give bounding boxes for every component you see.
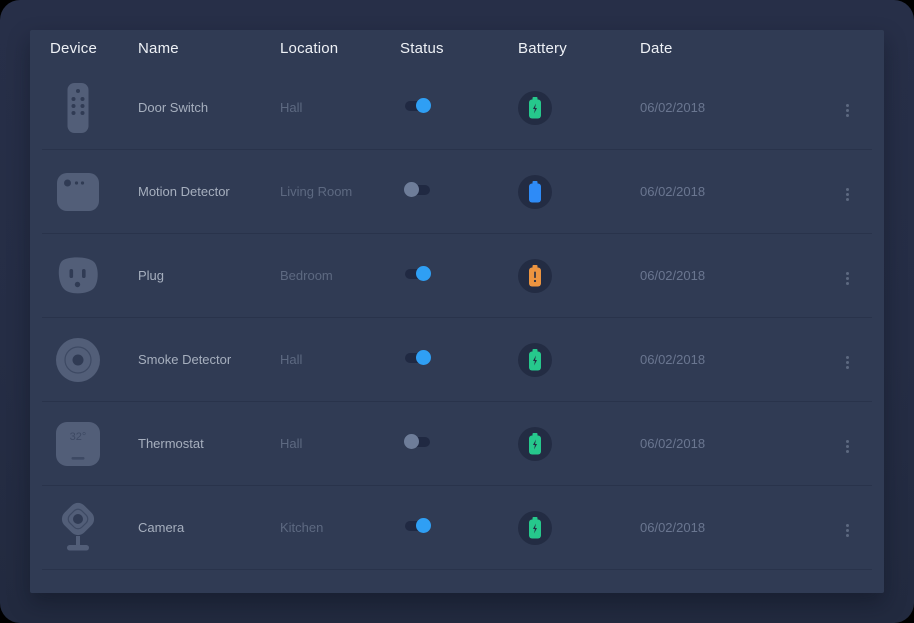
table-row: Smoke Detector Hall 06/02/2018	[42, 318, 872, 402]
device-cell: 32°	[50, 412, 138, 476]
status-toggle[interactable]	[405, 434, 431, 449]
device-cell	[50, 244, 138, 308]
device-cell	[50, 496, 138, 560]
status-cell	[400, 266, 518, 286]
battery-cell	[518, 511, 640, 545]
device-location: Bedroom	[280, 268, 400, 283]
battery-icon	[518, 91, 552, 125]
battery-icon	[518, 427, 552, 461]
device-date: 06/02/2018	[640, 268, 842, 283]
battery-icon	[518, 511, 552, 545]
table-row: 32° Thermostat Hall	[42, 402, 872, 486]
table-row: Door Switch Hall 06/02/2018	[42, 66, 872, 150]
table-row: Motion Detector Living Room 06/02/2018	[42, 150, 872, 234]
device-date: 06/02/2018	[640, 352, 842, 367]
device-date: 06/02/2018	[640, 520, 842, 535]
app-background: Device Name Location Status Battery Date	[0, 0, 914, 623]
column-header-location: Location	[280, 40, 400, 57]
kebab-menu-icon[interactable]	[842, 184, 853, 205]
battery-icon	[518, 175, 552, 209]
device-cell	[50, 76, 138, 140]
battery-cell	[518, 91, 640, 125]
device-date: 06/02/2018	[640, 436, 842, 451]
device-location: Hall	[280, 352, 400, 367]
device-name: Camera	[138, 520, 280, 535]
battery-cell	[518, 343, 640, 377]
menu-cell	[842, 346, 870, 373]
kebab-menu-icon[interactable]	[842, 520, 853, 541]
device-location: Hall	[280, 100, 400, 115]
smoke-detector-icon	[50, 328, 106, 392]
menu-cell	[842, 514, 870, 541]
status-toggle[interactable]	[405, 182, 431, 197]
kebab-menu-icon[interactable]	[842, 436, 853, 457]
status-toggle[interactable]	[405, 98, 431, 113]
status-cell	[400, 350, 518, 370]
device-name: Motion Detector	[138, 184, 280, 199]
column-header-battery: Battery	[518, 40, 640, 57]
device-date: 06/02/2018	[640, 100, 842, 115]
motion-detector-icon	[50, 160, 106, 224]
plug-icon	[50, 244, 106, 308]
device-name: Smoke Detector	[138, 352, 280, 367]
battery-cell	[518, 427, 640, 461]
table-row: Camera Kitchen 06/02/2018	[42, 486, 872, 570]
kebab-menu-icon[interactable]	[842, 352, 853, 373]
column-header-name: Name	[138, 40, 280, 57]
status-toggle[interactable]	[405, 350, 431, 365]
status-toggle[interactable]	[405, 266, 431, 281]
battery-cell	[518, 175, 640, 209]
device-location: Kitchen	[280, 520, 400, 535]
remote-icon	[50, 76, 106, 140]
status-cell	[400, 98, 518, 118]
column-header-device: Device	[50, 40, 138, 57]
device-cell	[50, 160, 138, 224]
device-name: Thermostat	[138, 436, 280, 451]
battery-icon	[518, 343, 552, 377]
column-header-status: Status	[400, 40, 518, 57]
status-cell	[400, 434, 518, 454]
device-name: Plug	[138, 268, 280, 283]
kebab-menu-icon[interactable]	[842, 100, 853, 121]
kebab-menu-icon[interactable]	[842, 268, 853, 289]
device-cell	[50, 328, 138, 392]
menu-cell	[842, 430, 870, 457]
table-header: Device Name Location Status Battery Date	[30, 30, 884, 66]
battery-icon	[518, 259, 552, 293]
menu-cell	[842, 94, 870, 121]
thermostat-temperature: 32°	[70, 431, 87, 443]
device-name: Door Switch	[138, 100, 280, 115]
status-cell	[400, 182, 518, 202]
battery-cell	[518, 259, 640, 293]
status-cell	[400, 518, 518, 538]
device-location: Hall	[280, 436, 400, 451]
device-location: Living Room	[280, 184, 400, 199]
menu-cell	[842, 178, 870, 205]
table-row: Plug Bedroom 06/02/2018	[42, 234, 872, 318]
camera-icon	[50, 496, 106, 560]
status-toggle[interactable]	[405, 518, 431, 533]
menu-cell	[842, 262, 870, 289]
column-header-date: Date	[640, 40, 842, 57]
thermostat-icon: 32°	[50, 412, 106, 476]
devices-table-card: Device Name Location Status Battery Date	[30, 30, 884, 593]
device-date: 06/02/2018	[640, 184, 842, 199]
